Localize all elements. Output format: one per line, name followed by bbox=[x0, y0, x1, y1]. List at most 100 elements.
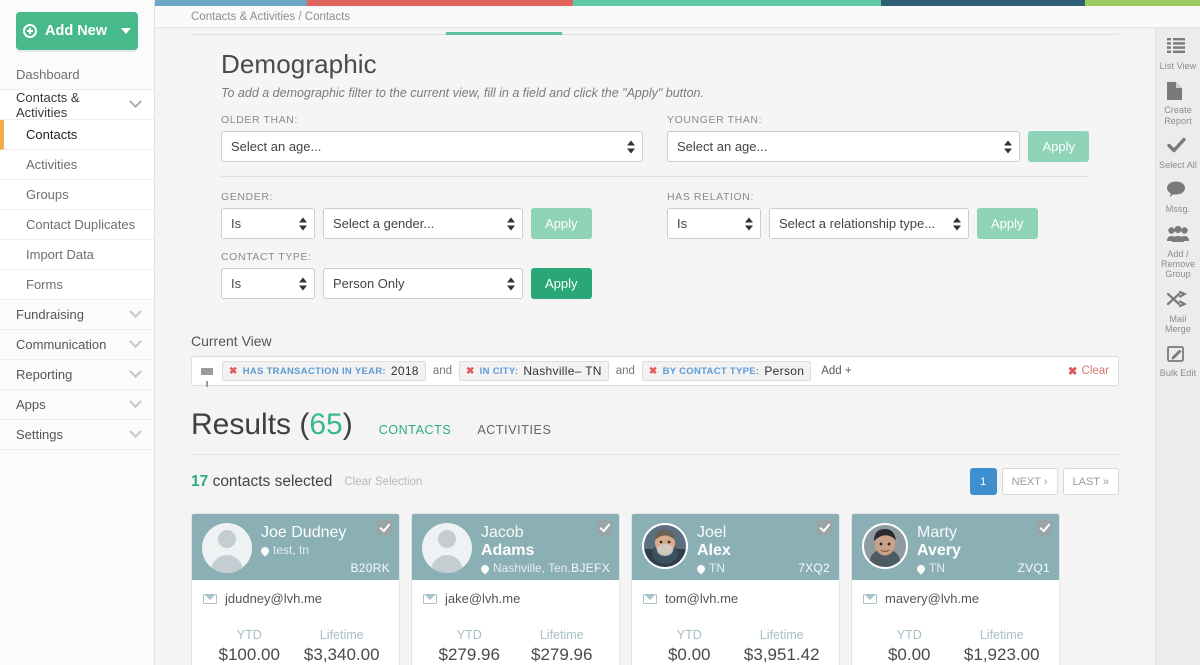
sidebar-item-label: Groups bbox=[26, 187, 69, 202]
sidebar-item-fundraising[interactable]: Fundraising bbox=[0, 300, 154, 330]
list-view-icon bbox=[1167, 38, 1189, 58]
apply-age-button[interactable]: Apply bbox=[1028, 131, 1089, 162]
pagination-button[interactable]: 1 bbox=[970, 468, 997, 495]
contact-first-name: Marty bbox=[917, 524, 961, 542]
remove-filter-icon[interactable]: ✖ bbox=[649, 366, 658, 377]
stripe-segment bbox=[155, 0, 307, 6]
remove-filter-icon[interactable]: ✖ bbox=[466, 366, 475, 377]
lifetime-value: $1,923.00 bbox=[956, 645, 1049, 665]
clear-selection-button[interactable]: Clear Selection bbox=[344, 476, 422, 488]
pagination: 1NEXT ›LAST » bbox=[970, 468, 1119, 495]
select-arrows-icon bbox=[507, 277, 515, 290]
lifetime-value: $3,951.42 bbox=[736, 645, 829, 665]
apply-relation-button[interactable]: Apply bbox=[977, 208, 1038, 239]
breadcrumb[interactable]: Contacts & Activities / Contacts bbox=[191, 11, 350, 23]
contact-email[interactable]: jdudney@lvh.me bbox=[225, 591, 322, 606]
contact-name-block: MartyAveryTN bbox=[917, 523, 961, 580]
contact-card[interactable]: JacobAdamsNashville, Ten...BJEFXjake@lvh… bbox=[411, 513, 620, 665]
add-filter-button[interactable]: Add + bbox=[821, 365, 851, 377]
toolbar-add-remove-group[interactable]: Add /RemoveGroup bbox=[1156, 226, 1200, 280]
ytd-label: YTD bbox=[423, 628, 516, 642]
relation-operator-value: Is bbox=[677, 216, 687, 231]
contact-email[interactable]: tom@lvh.me bbox=[665, 591, 738, 606]
sidebar-item-groups[interactable]: Groups bbox=[0, 180, 154, 210]
remove-filter-icon[interactable]: ✖ bbox=[229, 366, 238, 377]
gender-operator-value: Is bbox=[231, 216, 241, 231]
relation-value-select[interactable]: Select a relationship type... bbox=[769, 208, 969, 239]
avatar bbox=[642, 523, 688, 569]
older-than-value: Select an age... bbox=[231, 139, 321, 154]
sidebar-item-contact-duplicates[interactable]: Contact Duplicates bbox=[0, 210, 154, 240]
contact-first-name: Joel bbox=[697, 524, 731, 542]
selected-count: 17 bbox=[191, 473, 208, 490]
contact-type-operator-select[interactable]: Is bbox=[221, 268, 315, 299]
apply-gender-button[interactable]: Apply bbox=[531, 208, 592, 239]
toolbar-select-all[interactable]: Select All bbox=[1156, 137, 1200, 170]
contact-select-checkbox[interactable] bbox=[377, 520, 392, 535]
filter-chip[interactable]: ✖BY CONTACT TYPE:Person bbox=[642, 361, 811, 381]
lifetime-value: $3,340.00 bbox=[296, 645, 389, 665]
selection-row: 17 contacts selected Clear Selection 1NE… bbox=[191, 468, 1119, 495]
contact-amounts: YTD$0.00Lifetime$1,923.00 bbox=[863, 628, 1048, 665]
contact-select-checkbox[interactable] bbox=[597, 520, 612, 535]
toolbar-label: Bulk Edit bbox=[1160, 368, 1196, 378]
toolbar-list-view[interactable]: List View bbox=[1156, 38, 1200, 71]
contact-first-name: Jacob bbox=[481, 524, 578, 542]
apply-contact-type-button[interactable]: Apply bbox=[531, 268, 592, 299]
contact-type-row: CONTACT TYPE: Is Person Only Apply bbox=[221, 251, 1089, 299]
sidebar-item-forms[interactable]: Forms bbox=[0, 270, 154, 300]
panel-tabstrip bbox=[191, 28, 1119, 35]
sidebar-item-activities[interactable]: Activities bbox=[0, 150, 154, 180]
pencil-square-icon bbox=[1167, 345, 1189, 365]
lifetime-amount: Lifetime$3,340.00 bbox=[296, 628, 389, 665]
chevron-down-icon bbox=[129, 305, 142, 318]
sidebar-item-communication[interactable]: Communication bbox=[0, 330, 154, 360]
contact-card[interactable]: Joe Dudneytest, tnB20RKjdudney@lvh.meYTD… bbox=[191, 513, 400, 665]
toolbar-label: CreateReport bbox=[1164, 105, 1192, 126]
toolbar-mssg[interactable]: Mssg. bbox=[1156, 181, 1200, 214]
sidebar-item-dashboard[interactable]: Dashboard bbox=[0, 60, 154, 90]
ytd-value: $0.00 bbox=[643, 645, 736, 665]
gender-value-select[interactable]: Select a gender... bbox=[323, 208, 523, 239]
contact-email[interactable]: jake@lvh.me bbox=[445, 591, 520, 606]
results-title: Results (65) bbox=[191, 408, 353, 442]
contact-select-checkbox[interactable] bbox=[817, 520, 832, 535]
contact-card[interactable]: JoelAlexTN7XQ2tom@lvh.meYTD$0.00Lifetime… bbox=[631, 513, 840, 665]
ytd-amount: YTD$279.96 bbox=[423, 628, 516, 665]
toolbar-bulk-edit[interactable]: Bulk Edit bbox=[1156, 345, 1200, 378]
contact-email-row: jake@lvh.me bbox=[423, 591, 608, 606]
filter-chip[interactable]: ✖HAS TRANSACTION IN YEAR:2018 bbox=[222, 361, 426, 381]
clear-filters-button[interactable]: ✖ Clear bbox=[1068, 364, 1109, 378]
contact-email[interactable]: mavery@lvh.me bbox=[885, 591, 979, 606]
toolbar-label: Select All bbox=[1159, 160, 1197, 170]
contact-name-block: JoelAlexTN bbox=[697, 523, 731, 580]
filter-chip[interactable]: ✖IN CITY:Nashville– TN bbox=[459, 361, 609, 381]
sidebar-item-reporting[interactable]: Reporting bbox=[0, 360, 154, 390]
pagination-button[interactable]: LAST » bbox=[1063, 468, 1120, 495]
sidebar-item-contacts-activities[interactable]: Contacts & Activities bbox=[0, 90, 154, 120]
tab-activities[interactable]: ACTIVITIES bbox=[477, 423, 551, 437]
tab-contacts[interactable]: CONTACTS bbox=[379, 423, 452, 437]
sidebar-item-apps[interactable]: Apps bbox=[0, 390, 154, 420]
sidebar-nav: DashboardContacts & ActivitiesContactsAc… bbox=[0, 60, 154, 450]
sidebar-item-label: Communication bbox=[16, 337, 106, 352]
sidebar-item-settings[interactable]: Settings bbox=[0, 420, 154, 450]
toolbar-mail-merge[interactable]: MailMerge bbox=[1156, 291, 1200, 335]
contact-card[interactable]: MartyAveryTNZVQ1mavery@lvh.meYTD$0.00Lif… bbox=[851, 513, 1060, 665]
results-section: Results (65) CONTACTS ACTIVITIES 17 cont… bbox=[191, 408, 1119, 495]
contact-select-checkbox[interactable] bbox=[1037, 520, 1052, 535]
contact-card-body: jdudney@lvh.meYTD$100.00Lifetime$3,340.0… bbox=[192, 580, 399, 665]
sidebar-item-import-data[interactable]: Import Data bbox=[0, 240, 154, 270]
add-new-button[interactable]: Add New bbox=[16, 12, 138, 50]
toolbar-create-report[interactable]: CreateReport bbox=[1156, 82, 1200, 126]
younger-than-select[interactable]: Select an age... bbox=[667, 131, 1020, 162]
sidebar-item-contacts[interactable]: Contacts bbox=[0, 120, 154, 150]
pagination-button[interactable]: NEXT › bbox=[1002, 468, 1058, 495]
relation-operator-select[interactable]: Is bbox=[667, 208, 761, 239]
sidebar-item-label: Import Data bbox=[26, 247, 94, 262]
lifetime-label: Lifetime bbox=[956, 628, 1049, 642]
contact-type-value-select[interactable]: Person Only bbox=[323, 268, 523, 299]
gender-operator-select[interactable]: Is bbox=[221, 208, 315, 239]
contact-card-body: mavery@lvh.meYTD$0.00Lifetime$1,923.00 bbox=[852, 580, 1059, 665]
older-than-select[interactable]: Select an age... bbox=[221, 131, 643, 162]
